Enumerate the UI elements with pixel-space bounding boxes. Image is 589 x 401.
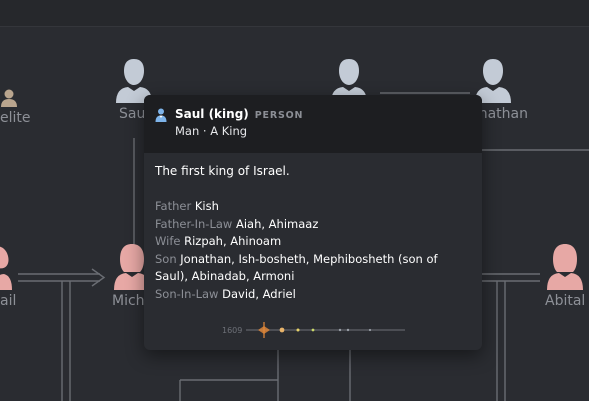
popover-description: The first king of Israel.	[155, 164, 290, 178]
person-label: elite	[0, 110, 31, 126]
woman-icon	[1, 89, 17, 107]
timeline-minimap[interactable]: 1609	[222, 322, 412, 338]
relation-row-wife: Wife Rizpah, Ahinoam	[155, 233, 471, 251]
relation-value[interactable]: Aiah, Ahimaaz	[236, 217, 318, 231]
relation-row-father-in-law: Father-In-Law Aiah, Ahimaaz	[155, 216, 471, 234]
relation-key: Wife	[155, 234, 181, 249]
popover-title-row: Saul (king) PERSON	[175, 107, 303, 121]
relation-value[interactable]: David, Adriel	[222, 287, 296, 301]
relation-key: Son-In-Law	[155, 286, 219, 301]
person-popover: Saul (king) PERSON Man · A King The first…	[144, 95, 482, 350]
person-node-left[interactable]	[0, 244, 14, 294]
popover-title[interactable]: Saul (king)	[175, 107, 249, 121]
person-label: Mich	[112, 293, 145, 309]
person-label: Abital	[545, 293, 586, 309]
relation-value[interactable]: Kish	[195, 199, 219, 213]
relation-row-son: Son Jonathan, Ish-bosheth, Mephibosheth …	[155, 251, 471, 286]
relation-value[interactable]: Rizpah, Ahinoam	[184, 234, 281, 248]
person-node-elite[interactable]	[0, 88, 18, 112]
relation-value[interactable]: Jonathan, Ish-bosheth, Mephibosheth (son…	[155, 252, 438, 284]
popover-header: Saul (king) PERSON Man · A King	[144, 95, 482, 153]
relation-row-son-in-law: Son-In-Law David, Adriel	[155, 286, 471, 304]
relation-key: Father	[155, 199, 192, 213]
person-label: ail	[0, 293, 17, 309]
woman-icon	[0, 246, 12, 290]
relation-key: Son	[155, 251, 177, 266]
timeline-track	[246, 322, 405, 338]
person-icon	[155, 107, 167, 126]
popover-subtitle: Man · A King	[175, 124, 248, 138]
edge-arrow	[91, 268, 106, 287]
woman-icon	[547, 244, 583, 290]
person-node-abital[interactable]	[545, 242, 585, 294]
relation-row-father: Father Kish	[155, 198, 471, 216]
popover-body: The first king of Israel. Father Kish Fa…	[144, 153, 482, 304]
type-badge: PERSON	[254, 110, 304, 121]
relation-key: Father-In-Law	[155, 216, 233, 231]
